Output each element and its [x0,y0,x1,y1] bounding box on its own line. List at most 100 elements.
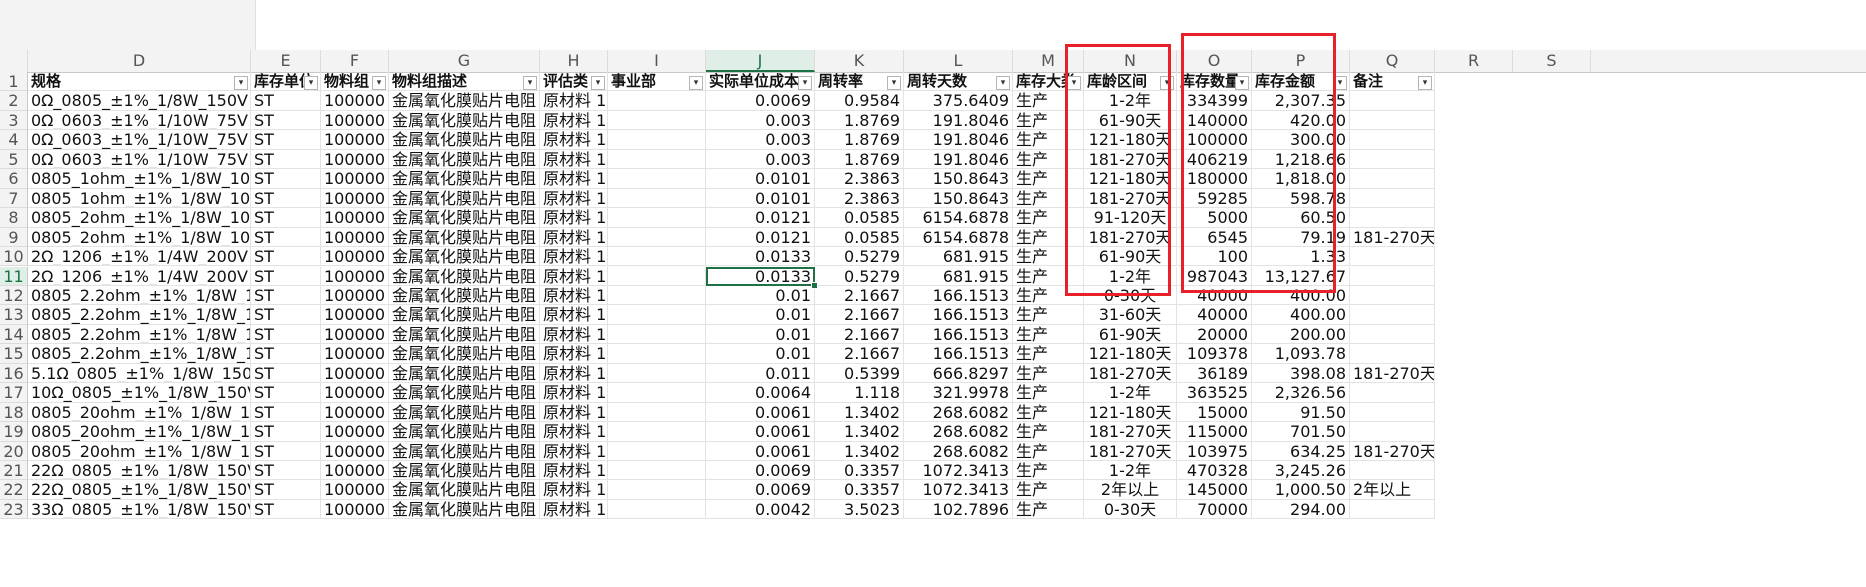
table-cell[interactable]: 0.0042 [706,499,815,520]
table-cell[interactable]: 1072.3413 [904,461,1013,481]
table-cell[interactable]: 40000 [1177,285,1252,306]
filter-dropdown-icon[interactable]: ▾ [372,76,386,90]
table-cell[interactable]: 634.25 [1252,441,1350,461]
filter-dropdown-icon[interactable]: ▾ [1067,76,1081,90]
table-cell[interactable]: 金属氧化膜贴片电阻 [389,266,540,286]
table-cell[interactable]: 0.5279 [815,247,904,267]
table-cell[interactable]: 生产 [1013,130,1084,150]
table-cell[interactable] [1350,130,1435,150]
table-cell[interactable]: 701.50 [1252,422,1350,442]
table-cell[interactable]: 294.00 [1252,499,1350,520]
table-cell[interactable]: 0805_2.2ohm_±1%_1/8W_100V [28,305,251,325]
table-cell[interactable]: 36189 [1177,363,1252,384]
table-cell[interactable] [608,383,706,403]
table-cell[interactable]: 生产 [1013,285,1084,306]
table-cell[interactable]: 100000 [321,461,389,481]
table-cell[interactable] [1350,344,1435,364]
table-cell[interactable]: 121-180天 [1084,130,1177,150]
table-cell[interactable]: 22Ω_0805_±1%_1/8W_150V [28,480,251,500]
table-cell[interactable]: 0805_2ohm_±1%_1/8W_100V_Yage [28,208,251,228]
table-cell[interactable] [608,363,706,384]
table-cell[interactable] [1350,266,1435,286]
filter-dropdown-icon[interactable]: ▾ [1333,76,1347,90]
table-cell[interactable]: 原材料 1 [540,285,608,306]
table-cell[interactable]: 100000 [321,266,389,286]
table-cell[interactable]: 0.01 [706,324,815,345]
table-cell[interactable]: 原材料 1 [540,169,608,189]
table-cell[interactable]: 2Ω_1206_±1%_1/4W_200V [28,247,251,267]
table-cell[interactable] [1350,383,1435,403]
column-header-n[interactable]: N [1084,50,1177,72]
table-cell[interactable]: 100000 [321,91,389,111]
table-cell[interactable] [1350,285,1435,306]
table-cell[interactable]: 0.011 [706,363,815,384]
table-cell[interactable]: 1-2年 [1084,383,1177,403]
table-cell[interactable]: 生产 [1013,169,1084,189]
table-cell[interactable] [608,441,706,461]
table-cell[interactable]: 生产 [1013,324,1084,345]
row-header[interactable]: 9 [0,227,28,248]
table-cell[interactable]: ST [251,363,321,384]
header-cell[interactable]: 规格 ▾ [28,72,251,92]
table-cell[interactable] [608,461,706,481]
table-cell[interactable]: 10Ω_0805_±1%_1/8W_150V [28,383,251,403]
table-cell[interactable]: 100000 [321,344,389,364]
table-cell[interactable]: 0.01 [706,344,815,364]
table-cell[interactable]: 0.9584 [815,91,904,111]
table-cell[interactable]: 0.0064 [706,383,815,403]
table-cell[interactable]: 363525 [1177,383,1252,403]
table-cell[interactable]: 300.00 [1252,130,1350,150]
table-cell[interactable]: 0.0101 [706,188,815,209]
table-cell[interactable]: 268.6082 [904,402,1013,423]
table-cell[interactable]: 180000 [1177,169,1252,189]
header-cell[interactable]: 物料组 ▾ [321,72,389,92]
table-cell[interactable]: 生产 [1013,305,1084,325]
header-cell[interactable]: 物料组描述 ▾ [389,72,540,92]
table-cell[interactable]: 0.0585 [815,208,904,228]
table-cell[interactable]: ST [251,480,321,500]
table-cell[interactable]: 103975 [1177,441,1252,461]
table-cell[interactable]: 100000 [321,480,389,500]
table-cell[interactable]: 22Ω_0805_±1%_1/8W_150V [28,461,251,481]
filter-dropdown-icon[interactable]: ▾ [798,76,812,90]
table-cell[interactable]: 原材料 1 [540,324,608,345]
table-cell[interactable]: 原材料 1 [540,266,608,286]
table-cell[interactable]: 61-90天 [1084,324,1177,345]
table-cell[interactable] [1350,208,1435,228]
table-cell[interactable]: 181-270天 [1084,441,1177,461]
header-cell[interactable]: 库存单位 ▾ [251,72,321,92]
table-cell[interactable]: 13,127.67 [1252,266,1350,286]
table-cell[interactable]: 191.8046 [904,110,1013,131]
table-cell[interactable]: 20000 [1177,324,1252,345]
table-cell[interactable]: 1.8769 [815,149,904,170]
table-cell[interactable]: ST [251,208,321,228]
table-cell[interactable]: 0.01 [706,305,815,325]
table-cell[interactable]: 100000 [321,188,389,209]
table-cell[interactable]: 2,307.35 [1252,91,1350,111]
active-cell[interactable]: 0.0133 [706,266,815,286]
table-cell[interactable]: 金属氧化膜贴片电阻 [389,91,540,111]
row-header[interactable]: 6 [0,169,28,189]
table-cell[interactable]: ST [251,422,321,442]
table-cell[interactable] [608,130,706,150]
row-header[interactable]: 1 [0,72,28,92]
table-cell[interactable]: 金属氧化膜贴片电阻 [389,208,540,228]
table-cell[interactable]: 金属氧化膜贴片电阻 [389,110,540,131]
table-cell[interactable]: 0805_2.2ohm_±1%_1/8W_100V [28,324,251,345]
column-header-h[interactable]: H [540,50,608,72]
table-cell[interactable] [1350,91,1435,111]
table-cell[interactable] [608,169,706,189]
table-cell[interactable]: 100000 [321,208,389,228]
header-cell[interactable]: 周转率 ▾ [815,72,904,92]
table-cell[interactable]: 0.003 [706,149,815,170]
table-cell[interactable]: 生产 [1013,383,1084,403]
table-cell[interactable]: ST [251,91,321,111]
header-cell[interactable]: 事业部 ▾ [608,72,706,92]
table-cell[interactable]: 0805_20ohm_±1%_1/8W_100V_Yag [28,422,251,442]
table-cell[interactable] [1350,305,1435,325]
column-header-d[interactable]: D [28,50,251,72]
fill-handle[interactable] [811,281,818,289]
row-header[interactable]: 19 [0,422,28,442]
table-cell[interactable]: 100 [1177,247,1252,267]
table-cell[interactable] [1350,402,1435,423]
